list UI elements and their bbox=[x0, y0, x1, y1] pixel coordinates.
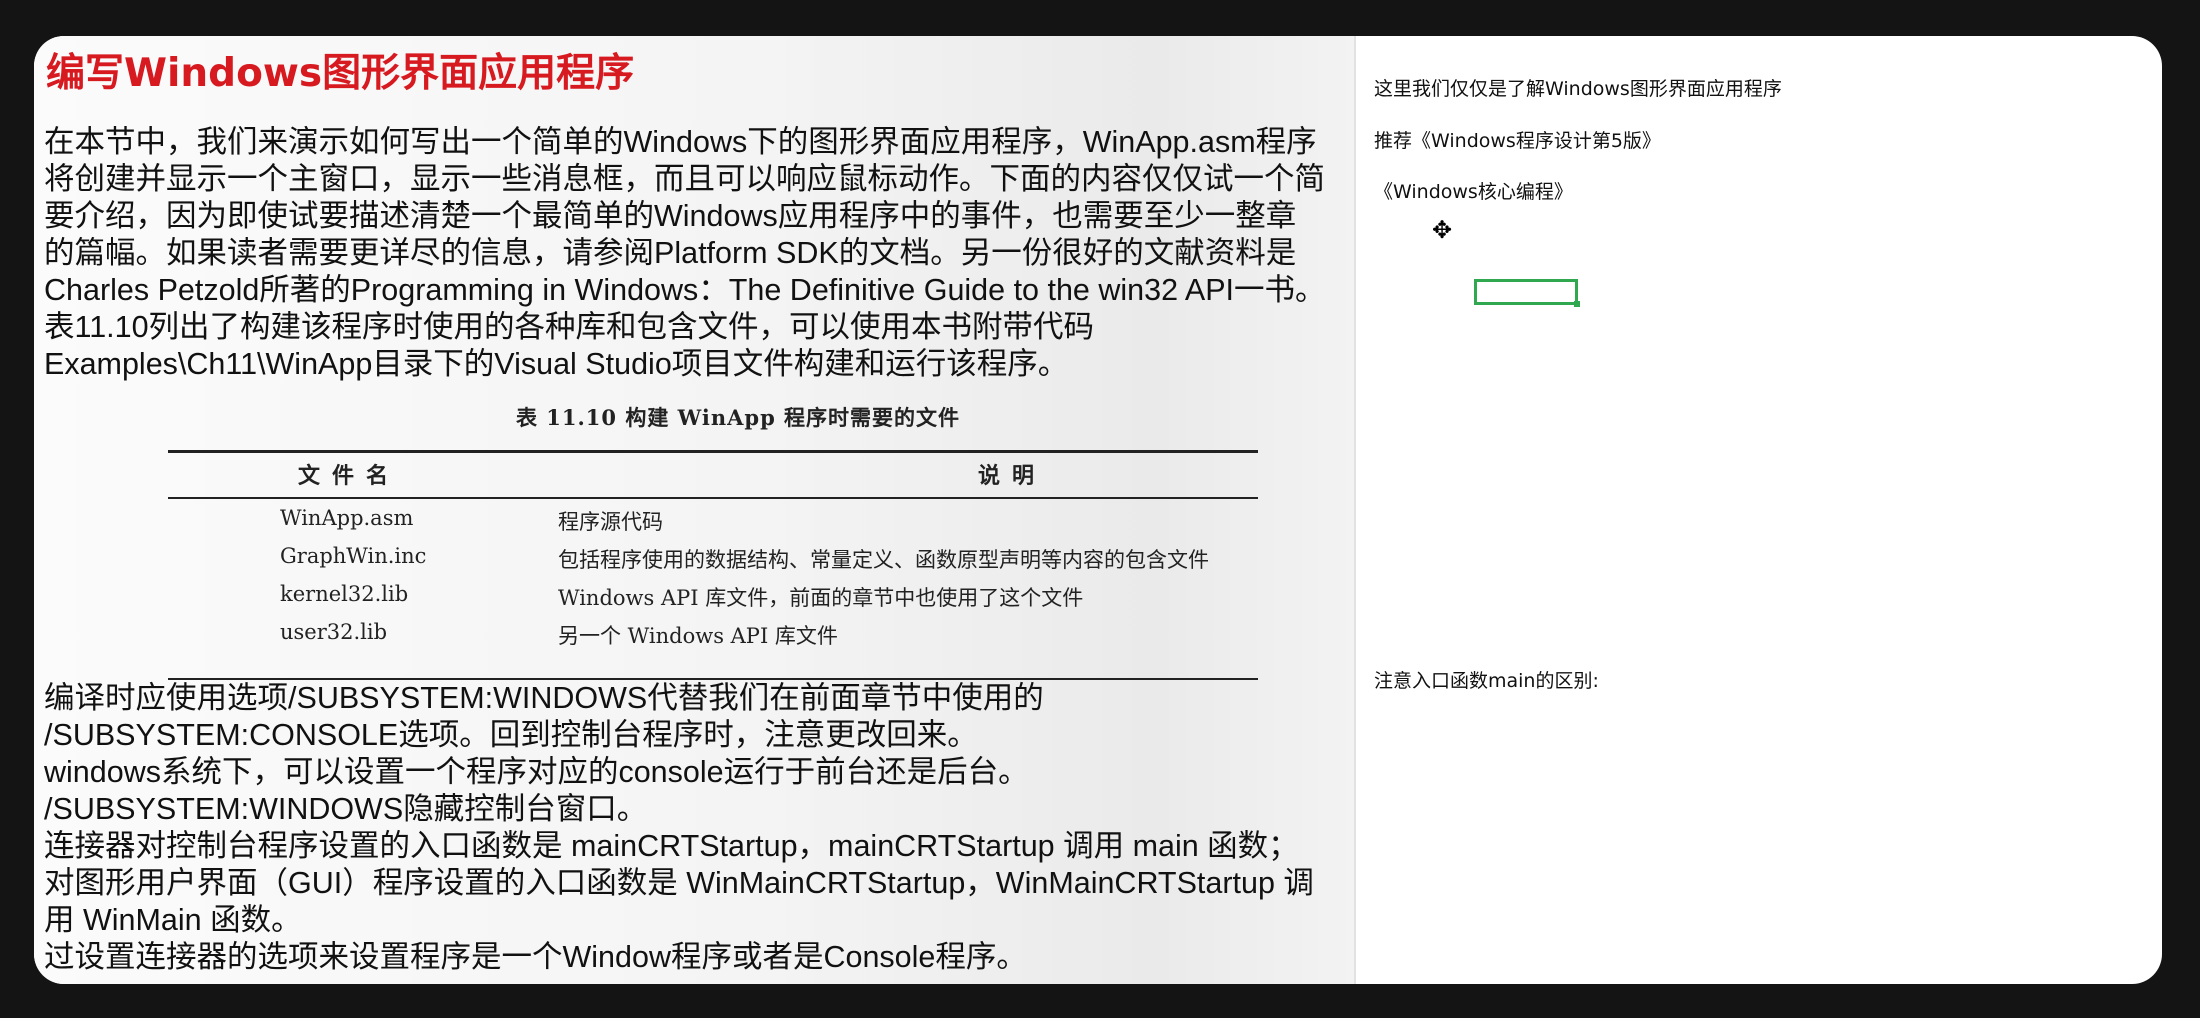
body-line: 用 WinMain 函数。 bbox=[44, 903, 302, 937]
slide-title: 编写Windows图形界面应用程序 bbox=[46, 51, 635, 96]
table-header-filename: 文件名 bbox=[298, 463, 401, 489]
body-line: /SUBSYSTEM:WINDOWS隐藏控制台窗口。 bbox=[44, 792, 648, 826]
note-line[interactable]: 《Windows核心编程》 bbox=[1374, 177, 1573, 204]
notes-panel[interactable]: 这里我们仅仅是了解Windows图形界面应用程序 推荐《Windows程序设计第… bbox=[1374, 36, 2134, 984]
body-line: 编译时应使用选项/SUBSYSTEM:WINDOWS代替我们在前面章节中使用的 bbox=[44, 681, 1044, 715]
table-cell-desc: 包括程序使用的数据结构、常量定义、函数原型声明等内容的包含文件 bbox=[558, 548, 1209, 572]
table-row: GraphWin.inc 包括程序使用的数据结构、常量定义、函数原型声明等内容的… bbox=[168, 544, 1308, 582]
move-cursor-icon: ✥ bbox=[1432, 216, 1453, 244]
table-cell-file: kernel32.lib bbox=[280, 582, 409, 606]
intro-line: 表11.10列出了构建该程序时使用的各种库和包含文件，可以使用本书附带代码 bbox=[44, 310, 1095, 344]
table-row: user32.lib 另一个 Windows API 库文件 bbox=[168, 620, 1308, 658]
body-line: 过设置连接器的选项来设置程序是一个Window程序或者是Console程序。 bbox=[44, 940, 1027, 974]
intro-line: Examples\Ch11\WinApp目录下的Visual Studio项目文… bbox=[44, 347, 1069, 381]
intro-line: 在本节中，我们来演示如何写出一个简单的Windows下的图形界面应用程序，Win… bbox=[44, 125, 1317, 159]
table-caption: 表 11.10 构建 WinApp 程序时需要的文件 bbox=[515, 405, 961, 430]
table-header-description: 说明 bbox=[978, 463, 1047, 489]
table-header-rule bbox=[168, 497, 1258, 499]
body-line: windows系统下，可以设置一个程序对应的console运行于前台还是后台。 bbox=[44, 755, 1029, 789]
intro-line: 要介绍，因为即使试要描述清楚一个最简单的Windows应用程序中的事件，也需要至… bbox=[44, 199, 1297, 233]
table-cell-file: WinApp.asm bbox=[280, 506, 414, 530]
table-cell-desc: 程序源代码 bbox=[558, 510, 663, 534]
intro-paragraph: 在本节中，我们来演示如何写出一个简单的Windows下的图形界面应用程序，Win… bbox=[44, 124, 1354, 383]
slide-frame: 编写Windows图形界面应用程序 在本节中，我们来演示如何写出一个简单的Win… bbox=[34, 36, 2162, 984]
note-line[interactable]: 这里我们仅仅是了解Windows图形界面应用程序 bbox=[1374, 74, 1782, 101]
table-row: kernel32.lib Windows API 库文件，前面的章节中也使用了这… bbox=[168, 582, 1308, 620]
intro-line: 将创建并显示一个主窗口，显示一些消息框，而且可以响应鼠标动作。下面的内容仅仅试一… bbox=[44, 162, 1325, 196]
table-cell-desc: Windows API 库文件，前面的章节中也使用了这个文件 bbox=[558, 586, 1084, 610]
files-table: 表 11.10 构建 WinApp 程序时需要的文件 文件名 说明 WinApp… bbox=[168, 402, 1308, 682]
slide-panel: 编写Windows图形界面应用程序 在本节中，我们来演示如何写出一个简单的Win… bbox=[34, 36, 1356, 984]
intro-line: Charles Petzold所著的Programming in Windows… bbox=[44, 273, 1326, 307]
cell-selection-box[interactable] bbox=[1474, 279, 1580, 307]
body-line: /SUBSYSTEM:CONSOLE选项。回到控制台程序时，注意更改回来。 bbox=[44, 718, 978, 752]
note-line[interactable]: 注意入口函数main的区别: bbox=[1374, 666, 1599, 693]
table-cell-desc: 另一个 Windows API 库文件 bbox=[558, 624, 838, 648]
body-line: 连接器对控制台程序设置的入口函数是 mainCRTStartup，mainCRT… bbox=[44, 829, 1299, 863]
table-top-rule bbox=[168, 450, 1258, 453]
table-cell-file: GraphWin.inc bbox=[280, 544, 427, 568]
table-cell-file: user32.lib bbox=[280, 620, 388, 644]
body-paragraph: 编译时应使用选项/SUBSYSTEM:WINDOWS代替我们在前面章节中使用的 … bbox=[44, 680, 1354, 976]
note-line[interactable]: 推荐《Windows程序设计第5版》 bbox=[1374, 126, 1661, 153]
intro-line: 的篇幅。如果读者需要更详尽的信息，请参阅Platform SDK的文档。另一份很… bbox=[44, 236, 1297, 270]
table-row: WinApp.asm 程序源代码 bbox=[168, 506, 1308, 544]
body-line: 对图形用户界面（GUI）程序设置的入口函数是 WinMainCRTStartup… bbox=[44, 866, 1314, 900]
